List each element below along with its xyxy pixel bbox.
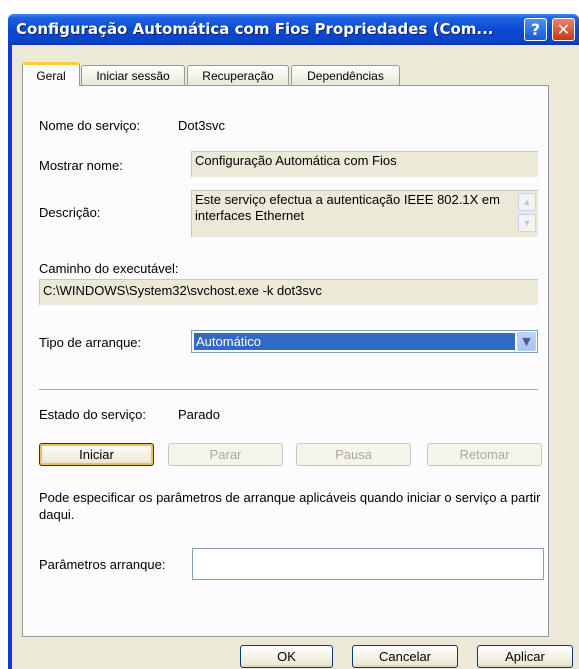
pause-button[interactable]: Pausa [296,443,411,466]
display-name-label: Mostrar nome: [39,158,123,173]
window-title: Configuração Automática com Fios Proprie… [16,20,494,38]
status-value: Parado [178,407,220,422]
params-label: Parâmetros arranque: [39,557,166,572]
startup-type-value: Automático [194,333,515,350]
startup-type-label: Tipo de arranque: [39,335,142,350]
tab-dependencias[interactable]: Dependências [291,65,400,85]
resume-button[interactable]: Retomar [427,443,542,466]
description-field[interactable]: Este serviço efectua a autenticação IEEE… [191,190,538,237]
start-button[interactable]: Iniciar [39,443,154,466]
path-field[interactable]: C:\WINDOWS\System32\svchost.exe -k dot3s… [39,279,538,305]
close-button[interactable]: ✕ [552,18,575,41]
service-name-label: Nome do serviço: [39,118,141,133]
help-icon: ? [530,20,541,39]
tab-panel-geral: Nome do serviço: Dot3svc Mostrar nome: C… [22,85,549,637]
chevron-down-icon[interactable]: ▼ [517,332,536,351]
description-value: Este serviço efectua a autenticação IEEE… [195,192,500,223]
dialog-client: Geral Iniciar sessão Recuperação Dependê… [12,45,579,669]
status-label: Estado do serviço: [39,407,146,422]
apply-button[interactable]: Aplicar [477,645,573,668]
properties-dialog: Configuração Automática com Fios Proprie… [8,14,579,669]
tab-recuperacao[interactable]: Recuperação [187,65,289,85]
service-name-value: Dot3svc [178,118,225,133]
tab-iniciar-sessao[interactable]: Iniciar sessão [81,65,185,85]
description-scrollbar[interactable]: ▲ ▼ [518,193,536,235]
description-label: Descrição: [39,205,101,220]
scroll-down-icon[interactable]: ▼ [518,214,536,232]
stop-button[interactable]: Parar [168,443,283,466]
scroll-up-icon[interactable]: ▲ [518,193,536,211]
path-value: C:\WINDOWS\System32\svchost.exe -k dot3s… [43,283,322,298]
ok-button[interactable]: OK [240,645,333,668]
display-name-value: Configuração Automática com Fios [195,153,397,168]
params-input[interactable] [192,548,544,580]
info-text: Pode especificar os parâmetros de arranq… [39,490,541,522]
help-button[interactable]: ? [524,18,547,41]
display-name-field[interactable]: Configuração Automática com Fios [191,151,538,177]
title-bar[interactable]: Configuração Automática com Fios Proprie… [8,14,579,45]
divider [39,389,538,391]
tab-geral[interactable]: Geral [22,62,80,86]
close-icon: ✕ [556,20,571,39]
cancel-button[interactable]: Cancelar [352,645,458,668]
startup-type-select[interactable]: Automático ▼ [191,330,538,353]
path-label: Caminho do executável: [39,261,179,276]
